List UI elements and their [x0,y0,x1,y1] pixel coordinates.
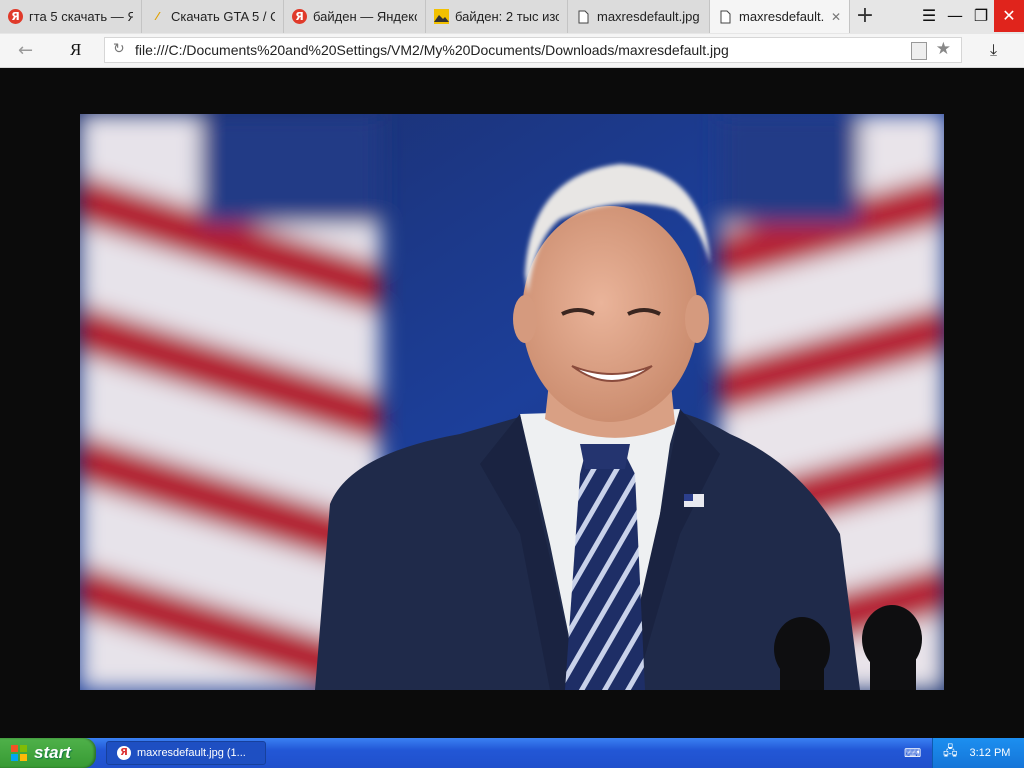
page-icon [718,9,733,24]
reload-icon[interactable]: ↻ [113,41,125,57]
bookmark-star-icon[interactable]: ★ [936,39,951,59]
download-icon[interactable]: ⤓ [990,40,997,60]
start-button[interactable]: start [0,738,96,768]
tab-maxres-1[interactable]: maxresdefault.jpg [568,0,710,33]
windows-logo-icon [11,745,27,761]
close-window-button[interactable]: ✕ [994,0,1024,32]
menu-icon[interactable]: ☰ [916,0,942,32]
taskbar: start Я maxresdefault.jpg (1... ⌨ 🖧 3:12… [0,738,1024,768]
yandex-icon: Я [8,9,23,24]
tab-title: гта 5 скачать — Я [29,9,133,24]
tab-biden-search[interactable]: Я байден — Яндекс [284,0,426,33]
tab-close-icon[interactable]: ✕ [827,10,841,24]
clock[interactable]: 3:12 PM [970,747,1011,759]
tab-strip: Я гта 5 скачать — Я ⁄ Скачать GTA 5 / С … [0,0,1024,35]
address-bar[interactable]: ↻ file:///C:/Documents%20and%20Settings/… [104,37,962,63]
yandex-browser-icon: Я [117,746,131,760]
yandex-icon: Я [292,9,307,24]
start-label: start [34,743,71,762]
taskbar-item-label: maxresdefault.jpg (1... [137,747,246,759]
tab-gta-search[interactable]: Я гта 5 скачать — Я [0,0,142,33]
tab-title: maxresdefault.jpg [597,9,700,24]
yandex-logo[interactable]: Я [70,40,81,60]
restore-button[interactable]: ❐ [968,0,994,32]
tab-biden-images[interactable]: байден: 2 тыс изо [426,0,568,33]
new-tab-button[interactable]: + [852,4,878,28]
url-text[interactable]: file:///C:/Documents%20and%20Settings/VM… [135,42,729,58]
tab-maxres-active[interactable]: maxresdefault. ✕ [710,0,850,33]
tab-title: Скачать GTA 5 / С [171,9,275,24]
photo-image[interactable] [80,114,944,690]
page-info-icon[interactable] [911,42,927,60]
tab-gta-download[interactable]: ⁄ Скачать GTA 5 / С [142,0,284,33]
tab-title: байден — Яндекс [313,9,417,24]
image-search-icon [434,9,449,24]
image-viewer [0,68,1024,738]
site-icon: ⁄ [156,10,159,23]
tab-title: maxresdefault. [739,9,825,24]
back-arrow-icon[interactable]: ← [18,40,33,61]
network-icon[interactable]: 🖧 [943,742,958,764]
taskbar-browser-item[interactable]: Я maxresdefault.jpg (1... [106,741,266,765]
minimize-button[interactable]: — [942,0,968,32]
tab-title: байден: 2 тыс изо [455,9,559,24]
page-icon [576,9,591,24]
system-tray: 🖧 3:12 PM [932,738,1024,768]
keyboard-icon[interactable]: ⌨ [904,746,921,760]
navigation-bar: ← Я ↻ file:///C:/Documents%20and%20Setti… [0,34,1024,68]
